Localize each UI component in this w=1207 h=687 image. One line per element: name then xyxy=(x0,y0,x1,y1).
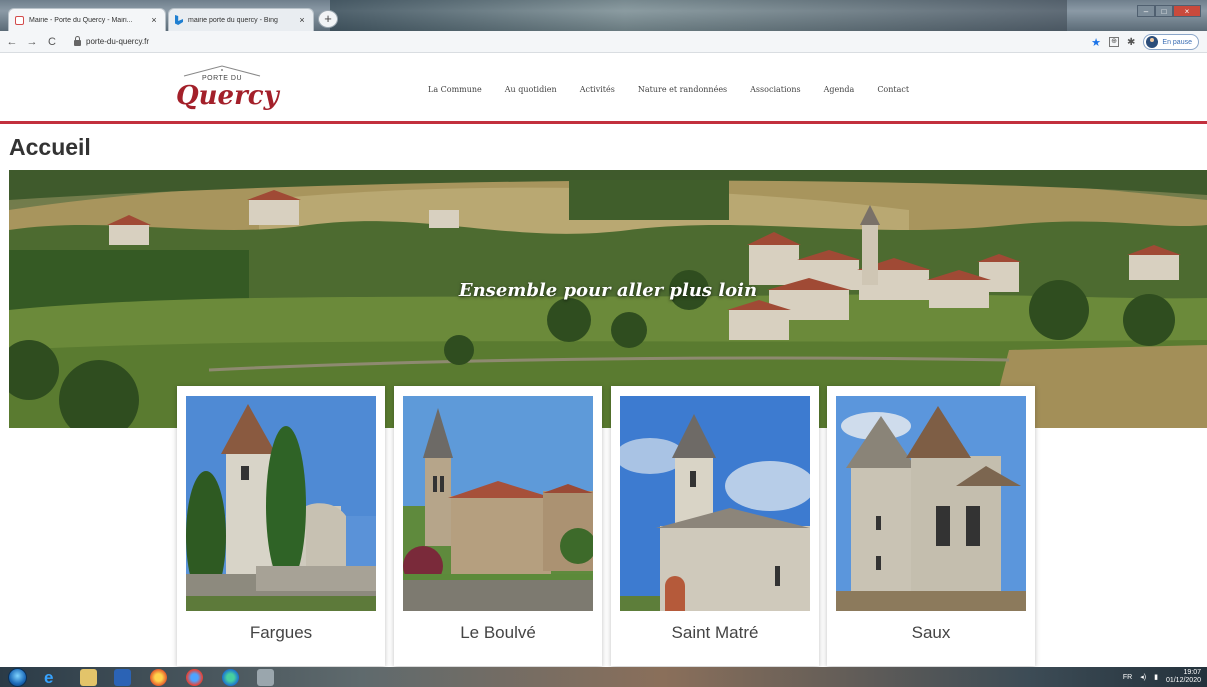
bookmark-star-icon[interactable]: ★ xyxy=(1091,36,1101,49)
minimize-icon[interactable]: – xyxy=(1137,5,1155,17)
le-boulve-church-photo xyxy=(403,396,593,611)
forward-icon[interactable]: → xyxy=(24,36,40,48)
os-taskbar: e FR ◂) ▮ 19:07 01/12/2020 xyxy=(0,667,1207,687)
file-explorer-icon[interactable] xyxy=(80,669,97,686)
hero-tagline: Ensemble pour aller plus loin xyxy=(458,280,758,301)
clock[interactable]: 19:07 01/12/2020 xyxy=(1166,669,1201,685)
bing-icon xyxy=(175,15,183,25)
window-controls: – □ × xyxy=(1137,5,1201,17)
internet-explorer-icon[interactable]: e xyxy=(44,669,61,686)
language-indicator[interactable]: FR xyxy=(1123,674,1132,681)
village-card-saint-matre[interactable]: Saint Matré xyxy=(611,386,819,666)
volume-icon[interactable]: ◂) xyxy=(1140,673,1146,681)
network-icon[interactable]: ▮ xyxy=(1154,673,1158,681)
media-player-icon[interactable] xyxy=(114,669,131,686)
village-card-saux[interactable]: Saux xyxy=(827,386,1035,666)
village-name: Saint Matré xyxy=(671,623,759,642)
start-button-icon[interactable] xyxy=(8,668,27,687)
clock-date: 01/12/2020 xyxy=(1165,677,1201,684)
saux-church-photo xyxy=(836,396,1026,611)
maximize-icon[interactable]: □ xyxy=(1155,5,1173,17)
header-divider xyxy=(0,121,1207,124)
menu-item-la-commune[interactable]: La Commune xyxy=(428,85,482,94)
extension-icon[interactable]: ⊕ xyxy=(1109,37,1120,47)
pause-label: En pause xyxy=(1162,38,1192,46)
site-logo[interactable]: PORTE DU Quercy xyxy=(176,63,279,119)
site-favicon-icon xyxy=(15,15,24,25)
clock-time: 19:07 xyxy=(1183,669,1201,676)
profile-button[interactable]: En pause xyxy=(1143,34,1199,50)
menu-item-au-quotidien[interactable]: Au quotidien xyxy=(505,85,557,94)
window-close-icon[interactable]: × xyxy=(1173,5,1201,17)
menu-item-associations[interactable]: Associations xyxy=(750,85,800,94)
lock-icon[interactable] xyxy=(74,35,81,46)
tab-title: mairie porte du quercy - Bing xyxy=(188,16,278,24)
menu-item-nature-randonnees[interactable]: Nature et randonnées xyxy=(638,85,727,94)
tab-mairie[interactable]: Mairie - Porte du Quercy - Mairi... × xyxy=(8,8,166,31)
avatar xyxy=(1146,36,1159,48)
browser-tabstrip: Mairie - Porte du Quercy - Mairi... × ma… xyxy=(0,0,1207,31)
app-icon[interactable] xyxy=(257,669,274,686)
menu-item-contact[interactable]: Contact xyxy=(877,85,909,94)
village-card-le-boulve[interactable]: Le Boulvé xyxy=(394,386,602,666)
village-name: Fargues xyxy=(249,623,313,642)
reload-icon[interactable]: C xyxy=(44,36,60,48)
site-header: PORTE DU Quercy La Commune Au quotidien … xyxy=(0,53,1207,121)
chrome-active-icon[interactable] xyxy=(186,669,203,686)
puzzle-icon[interactable]: ✱ xyxy=(1127,37,1135,48)
fargues-church-photo xyxy=(186,396,376,611)
logo-main-text: Quercy xyxy=(176,81,279,111)
tab-bing[interactable]: mairie porte du quercy - Bing × xyxy=(168,8,314,31)
tab-title: Mairie - Porte du Quercy - Mairi... xyxy=(29,16,133,24)
menu-item-agenda[interactable]: Agenda xyxy=(824,85,855,94)
system-tray: FR ◂) ▮ 19:07 01/12/2020 xyxy=(1123,669,1201,685)
page-title: Accueil xyxy=(9,134,91,160)
village-card-fargues[interactable]: Fargues xyxy=(177,386,385,666)
village-name: Saux xyxy=(911,623,951,642)
close-icon[interactable]: × xyxy=(297,15,307,25)
edge-icon[interactable] xyxy=(222,669,239,686)
menu-item-activites[interactable]: Activités xyxy=(580,85,615,94)
new-tab-button[interactable]: + xyxy=(318,10,338,28)
close-icon[interactable]: × xyxy=(149,15,159,25)
back-icon[interactable]: ← xyxy=(4,36,20,48)
main-menu: La Commune Au quotidien Activités Nature… xyxy=(428,85,932,94)
saint-matre-church-photo xyxy=(620,396,810,611)
village-name: Le Boulvé xyxy=(460,623,536,642)
address-bar: ← → C porte-du-quercy.fr ★ ⊕ ✱ En pause xyxy=(0,31,1207,53)
url-input[interactable]: porte-du-quercy.fr xyxy=(86,37,149,46)
chrome-icon[interactable] xyxy=(150,669,167,686)
